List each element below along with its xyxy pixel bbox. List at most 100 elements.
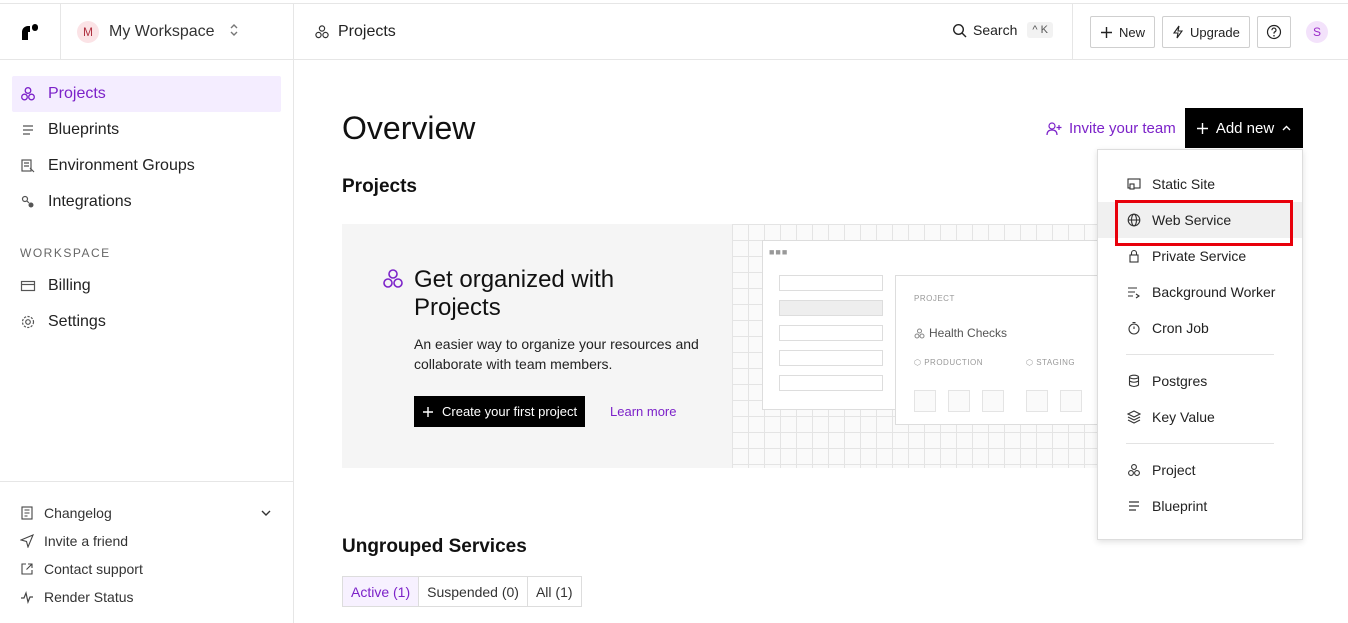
illustration-bar [779, 300, 883, 316]
blueprint-icon [23, 125, 33, 135]
menu-divider [1126, 443, 1274, 444]
send-icon [20, 534, 34, 548]
menu-item-web-service[interactable]: Web Service [1098, 200, 1302, 246]
sidebar-footer: Changelog Invite a friend Contact suppor… [0, 481, 293, 623]
menu-item-label: Private Service [1152, 248, 1247, 264]
workspace-name: My Workspace [109, 22, 215, 40]
sidebar-item-label: Billing [48, 277, 91, 294]
globe-icon [1127, 213, 1141, 227]
upgrade-label: Upgrade [1190, 24, 1240, 40]
projects-icon [914, 328, 925, 338]
sidebar-item-integrations[interactable]: Integrations [12, 184, 281, 220]
breadcrumb-label: Projects [338, 22, 396, 40]
menu-item-label: Static Site [1152, 176, 1216, 192]
sidebar-item-blueprints[interactable]: Blueprints [12, 112, 281, 148]
projects-icon [21, 87, 35, 101]
add-new-button[interactable]: Add new [1185, 108, 1303, 148]
sidebar-item-billing[interactable]: Billing [12, 268, 281, 304]
projects-heading: Projects [342, 176, 417, 197]
invite-team-link[interactable]: Invite your team [1046, 120, 1176, 137]
create-project-button[interactable]: Create your first project [414, 396, 586, 427]
illustration-project-panel: PROJECT Health Checks ⬡ PRODUCTION ⬡ STA… [895, 275, 1102, 425]
create-project-label: Create your first project [442, 404, 578, 419]
projects-icon [1128, 464, 1140, 476]
promo-description: An easier way to organize your resources… [414, 336, 699, 372]
illustration-tile [948, 390, 970, 412]
sidebar-item-label: Projects [48, 85, 106, 102]
projects-promo-card: Get organized with Projects An easier wa… [342, 224, 1102, 468]
filter-active[interactable]: Active (1) [343, 577, 420, 606]
sidebar-item-label: Settings [48, 313, 106, 330]
menu-item-cron-job[interactable]: Cron Job [1098, 310, 1302, 346]
lock-icon [1129, 249, 1139, 263]
illustration-env-production: ⬡ PRODUCTION [914, 358, 983, 367]
menu-item-label: Blueprint [1152, 498, 1208, 514]
blueprint-icon [1129, 501, 1139, 511]
help-button[interactable] [1257, 16, 1291, 48]
workspace-switcher[interactable]: M My Workspace [61, 4, 293, 59]
footer-item-label: Contact support [44, 561, 143, 577]
header-divider [1072, 4, 1073, 60]
service-status-filters: Active (1) Suspended (0) All (1) [342, 576, 582, 607]
user-plus-icon [1046, 121, 1062, 135]
footer-item-invite[interactable]: Invite a friend [20, 527, 273, 555]
chevron-updown-icon [229, 23, 239, 40]
workspace-avatar: M [77, 20, 99, 43]
illustration-env-staging: ⬡ STAGING [1026, 358, 1076, 367]
menu-item-label: Project [1152, 462, 1196, 478]
menu-divider [1126, 354, 1274, 355]
environment-icon [21, 159, 35, 173]
worker-icon [1128, 287, 1140, 299]
sidebar-nav: Projects Blueprints Environment Groups I… [0, 60, 293, 340]
render-logo[interactable] [0, 3, 61, 60]
sidebar-item-projects[interactable]: Projects [12, 76, 281, 112]
search-button[interactable]: Search ^ K [952, 22, 1053, 38]
chevron-down-icon[interactable] [259, 506, 273, 520]
illustration-window: ■■■ PROJECT Health Checks ⬡ PRODUCTION ⬡… [762, 240, 1102, 425]
user-avatar[interactable]: S [1306, 21, 1328, 43]
menu-item-postgres[interactable]: Postgres [1098, 363, 1302, 399]
plus-icon [1196, 122, 1208, 134]
learn-more-link[interactable]: Learn more [610, 404, 676, 419]
workspace-section-label: WORKSPACE [20, 246, 111, 260]
new-button[interactable]: New [1090, 16, 1156, 48]
illustration-project-title: Health Checks [929, 326, 1008, 340]
sidebar-item-settings[interactable]: Settings [12, 304, 281, 340]
illustration-bar [779, 350, 883, 366]
upgrade-button[interactable]: Upgrade [1162, 16, 1250, 48]
chevron-up-icon [1282, 125, 1291, 130]
menu-item-label: Key Value [1152, 409, 1215, 425]
menu-item-key-value[interactable]: Key Value [1098, 399, 1302, 435]
breadcrumb: Projects [294, 23, 396, 41]
footer-item-status[interactable]: Render Status [20, 583, 273, 611]
plus-icon [423, 406, 433, 417]
illustration-tile [982, 390, 1004, 412]
illustration-project-label: PROJECT [914, 294, 955, 303]
database-icon [1128, 374, 1140, 388]
menu-item-label: Cron Job [1152, 320, 1209, 336]
menu-item-project[interactable]: Project [1098, 452, 1302, 488]
filter-suspended[interactable]: Suspended (0) [419, 577, 528, 606]
external-link-icon [21, 563, 33, 575]
new-label: New [1119, 24, 1146, 40]
menu-item-private-service[interactable]: Private Service [1098, 238, 1302, 274]
menu-item-blueprint[interactable]: Blueprint [1098, 488, 1302, 524]
footer-item-label: Changelog [44, 505, 112, 521]
help-icon [1266, 24, 1282, 40]
logo-icon [22, 23, 38, 40]
window-dots: ■■■ [769, 247, 789, 257]
filter-all[interactable]: All (1) [528, 577, 581, 606]
illustration-bar [779, 325, 883, 341]
sidebar-item-environment-groups[interactable]: Environment Groups [12, 148, 281, 184]
search-label: Search [973, 22, 1018, 38]
projects-illustration: ■■■ PROJECT Health Checks ⬡ PRODUCTION ⬡… [732, 224, 1102, 468]
menu-item-background-worker[interactable]: Background Worker [1098, 274, 1302, 310]
changelog-icon [21, 506, 33, 520]
footer-item-contact[interactable]: Contact support [20, 555, 273, 583]
footer-item-changelog[interactable]: Changelog [20, 499, 273, 527]
projects-icon [315, 24, 329, 38]
static-site-icon [1127, 178, 1141, 190]
env-label: STAGING [1036, 358, 1076, 367]
search-shortcut: ^ K [1027, 22, 1053, 38]
menu-item-static-site[interactable]: Static Site [1098, 166, 1302, 202]
